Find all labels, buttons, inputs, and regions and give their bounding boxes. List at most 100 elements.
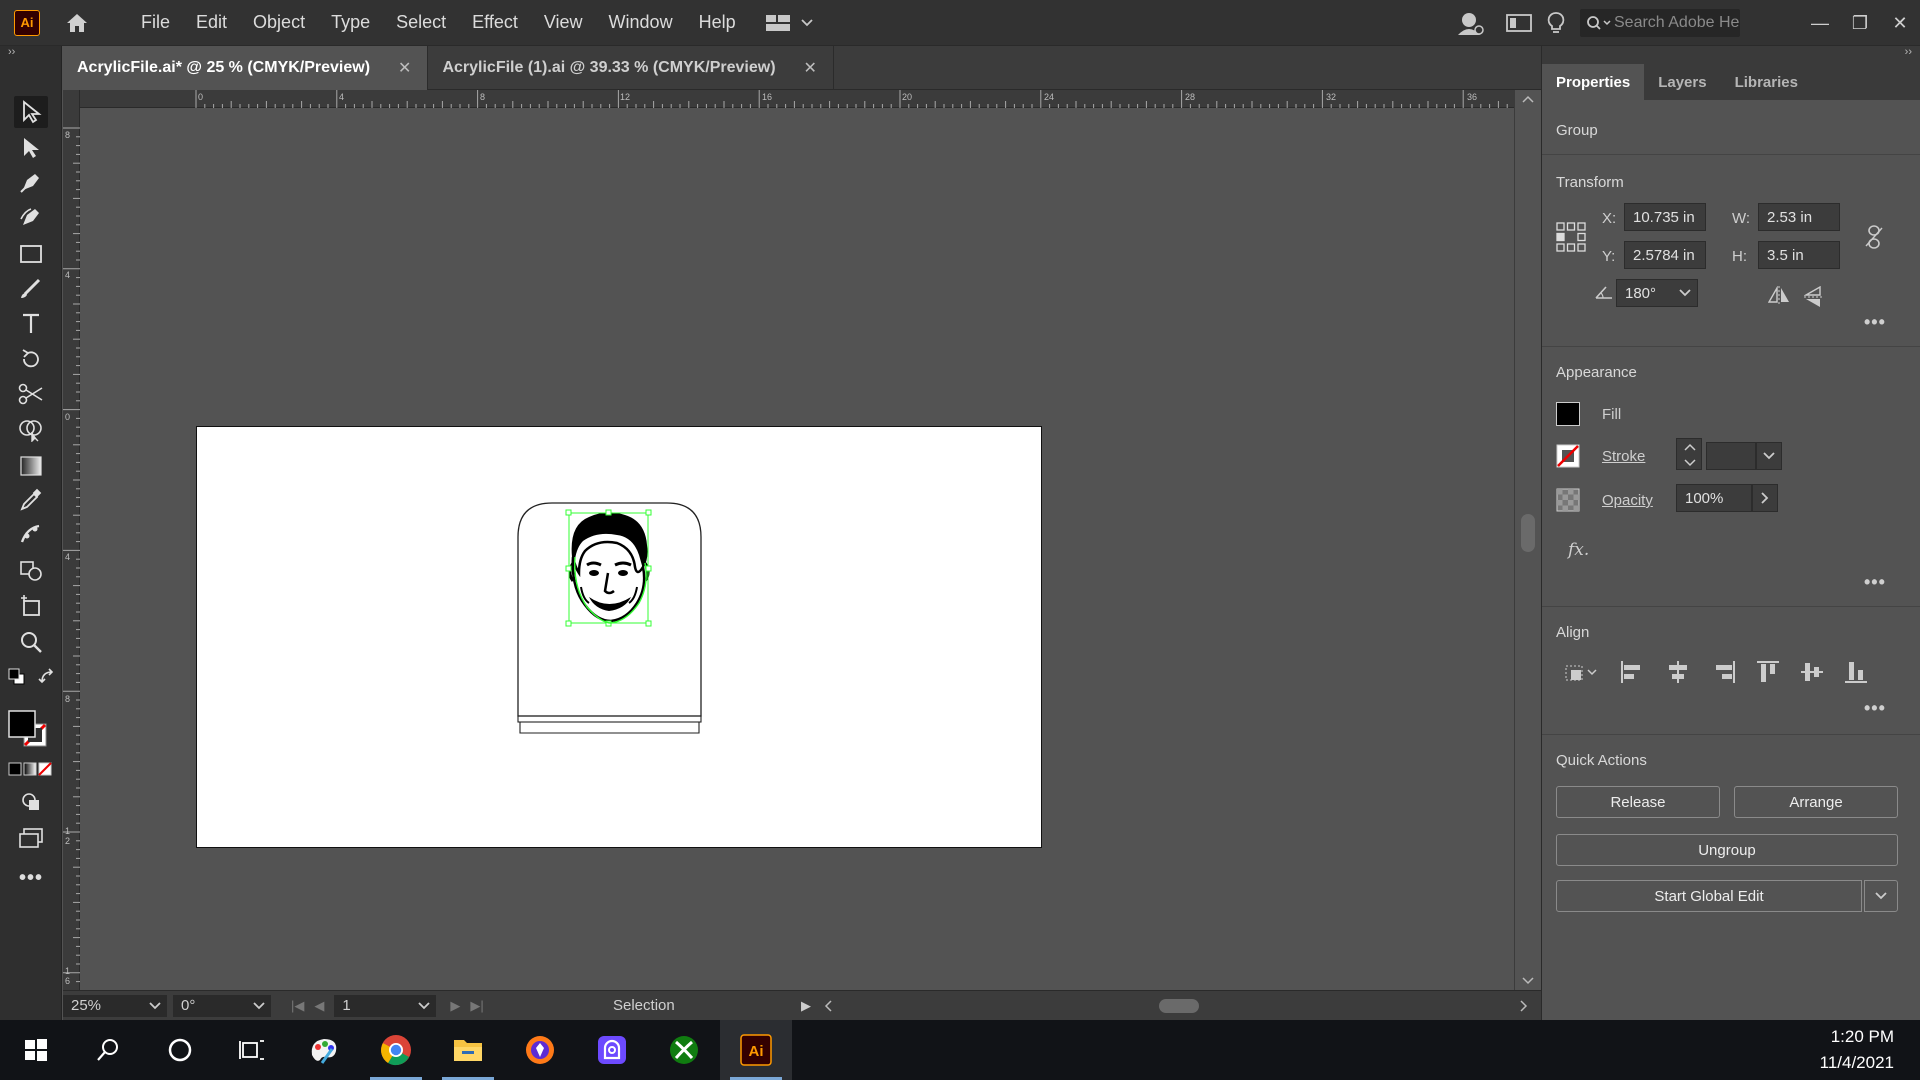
restore-button[interactable]: ❐	[1840, 13, 1880, 34]
canvas[interactable]	[80, 108, 1514, 990]
rectangle-tool-icon[interactable]	[14, 238, 48, 270]
vertical-scrollbar[interactable]	[1514, 90, 1540, 990]
opacity-input[interactable]: 100%	[1676, 484, 1752, 512]
artboard-tool-icon[interactable]	[14, 590, 48, 622]
flip-horizontal-icon[interactable]	[1767, 285, 1790, 309]
fill-swatch[interactable]	[1556, 402, 1580, 426]
align-right-icon[interactable]	[1712, 660, 1736, 689]
vertical-ruler[interactable]: 8 4 0 4 8 1 2 1 6	[63, 90, 80, 990]
appearance-more-options-icon[interactable]: •••	[1864, 572, 1886, 593]
search-adobe-help-input[interactable]: Search Adobe He	[1580, 9, 1740, 37]
edit-toolbar-more-icon[interactable]: •••	[14, 862, 48, 894]
workspace-switcher[interactable]	[765, 14, 813, 32]
color-mode-buttons[interactable]	[8, 762, 52, 781]
reference-point-icon[interactable]	[1556, 222, 1586, 257]
artwork[interactable]	[197, 427, 1043, 849]
align-left-icon[interactable]	[1620, 660, 1644, 689]
gradient-tool-icon[interactable]	[14, 450, 48, 482]
align-to-selection-icon[interactable]	[1562, 660, 1600, 689]
system-clock[interactable]: 1:20 PM 11/4/2021	[1820, 1020, 1894, 1080]
menu-select[interactable]: Select	[383, 12, 459, 33]
minimize-button[interactable]: —	[1800, 13, 1840, 34]
search-icon[interactable]	[72, 1020, 144, 1080]
illustrator-app-icon[interactable]: Ai	[720, 1020, 792, 1080]
puppet-warp-tool-icon[interactable]	[14, 518, 48, 550]
first-artboard-icon[interactable]: |◀	[291, 998, 304, 1014]
task-view-icon[interactable]	[216, 1020, 288, 1080]
fill-stroke-swatch[interactable]	[8, 710, 54, 750]
direct-selection-tool-icon[interactable]	[14, 132, 48, 164]
align-bottom-icon[interactable]	[1844, 660, 1868, 689]
menu-object[interactable]: Object	[240, 12, 318, 33]
type-tool-icon[interactable]	[14, 308, 48, 340]
tab-acrylicfile[interactable]: AcrylicFile.ai* @ 25 % (CMYK/Preview) ✕	[63, 46, 429, 90]
height-input[interactable]: 3.5 in	[1758, 241, 1840, 269]
horizontal-ruler[interactable]: 0 4 8 12 16 20 24 28 32 36	[80, 90, 1514, 108]
collapse-toolbar-icon[interactable]: ››	[0, 46, 61, 64]
close-tab-icon[interactable]: ✕	[398, 58, 411, 78]
chevron-down-icon[interactable]	[1679, 289, 1691, 297]
ungroup-button[interactable]: Ungroup	[1556, 834, 1898, 866]
swap-fill-stroke-icon[interactable]	[38, 668, 56, 691]
stroke-weight-dropdown[interactable]	[1756, 442, 1782, 470]
start-global-edit-button[interactable]: Start Global Edit	[1556, 880, 1862, 912]
tab-properties[interactable]: Properties	[1542, 64, 1645, 100]
stroke-label[interactable]: Stroke	[1602, 448, 1645, 465]
xbox-app-icon[interactable]	[648, 1020, 720, 1080]
menu-window[interactable]: Window	[596, 12, 686, 33]
close-tab-icon[interactable]: ✕	[804, 58, 817, 78]
stroke-weight-input[interactable]	[1706, 442, 1756, 470]
zoom-tool-icon[interactable]	[14, 626, 48, 658]
arrange-button[interactable]: Arrange	[1734, 786, 1898, 818]
align-horizontal-center-icon[interactable]	[1666, 660, 1690, 689]
home-icon[interactable]	[64, 10, 90, 36]
next-artboard-icon[interactable]: ▶	[450, 998, 460, 1014]
opacity-label[interactable]: Opacity	[1602, 492, 1653, 509]
shape-builder-tool-icon[interactable]	[14, 414, 48, 446]
selection-tool-icon[interactable]	[14, 96, 48, 128]
default-fill-stroke-icon[interactable]	[8, 668, 26, 691]
artboard-nav-prev[interactable]: |◀ ◀	[291, 998, 324, 1014]
opacity-expand-button[interactable]	[1752, 484, 1778, 512]
fx-effects-button[interactable]: fx.	[1568, 540, 1589, 560]
paintbrush-tool-icon[interactable]	[14, 272, 48, 304]
last-artboard-icon[interactable]: ▶|	[470, 998, 483, 1014]
eyedropper-tool-icon[interactable]	[14, 484, 48, 516]
pen-tool-icon[interactable]	[14, 166, 48, 198]
global-edit-options-dropdown[interactable]	[1864, 880, 1898, 912]
cortana-icon[interactable]	[144, 1020, 216, 1080]
lightbulb-icon[interactable]	[1546, 11, 1566, 35]
constrain-proportions-icon[interactable]	[1864, 224, 1884, 255]
menu-view[interactable]: View	[531, 12, 596, 33]
chrome-app-icon[interactable]	[360, 1020, 432, 1080]
release-button[interactable]: Release	[1556, 786, 1720, 818]
rotate-view-select[interactable]: 0°	[173, 994, 271, 1017]
artboard[interactable]	[196, 426, 1042, 848]
stroke-weight-stepper[interactable]	[1676, 438, 1702, 470]
flip-vertical-icon[interactable]	[1803, 285, 1822, 313]
status-menu-arrow-icon[interactable]: ▶	[801, 998, 811, 1014]
screen-mode-icon[interactable]	[14, 822, 48, 854]
file-explorer-app-icon[interactable]	[432, 1020, 504, 1080]
close-window-button[interactable]: ✕	[1880, 13, 1920, 34]
symbol-sprayer-tool-icon[interactable]	[14, 554, 48, 586]
menu-effect[interactable]: Effect	[459, 12, 531, 33]
tab-libraries[interactable]: Libraries	[1721, 64, 1812, 100]
proton-vpn-app-icon[interactable]	[576, 1020, 648, 1080]
windows-start-icon[interactable]	[0, 1020, 72, 1080]
transform-more-options-icon[interactable]: •••	[1864, 312, 1886, 333]
zoom-level-select[interactable]: 25%	[63, 994, 167, 1017]
brave-browser-app-icon[interactable]	[504, 1020, 576, 1080]
menu-type[interactable]: Type	[318, 12, 383, 33]
rotate-angle-input[interactable]: 180°	[1616, 279, 1698, 307]
draw-mode-icon[interactable]	[14, 786, 48, 818]
tab-acrylicfile-1[interactable]: AcrylicFile (1).ai @ 39.33 % (CMYK/Previ…	[428, 46, 834, 90]
menu-help[interactable]: Help	[686, 12, 749, 33]
align-more-options-icon[interactable]: •••	[1864, 698, 1886, 719]
curvature-tool-icon[interactable]	[14, 201, 48, 233]
y-position-input[interactable]: 2.5784 in	[1624, 241, 1706, 269]
account-icon[interactable]	[1456, 10, 1486, 36]
stroke-swatch[interactable]	[1556, 444, 1580, 473]
menu-edit[interactable]: Edit	[183, 12, 240, 33]
tab-layers[interactable]: Layers	[1644, 64, 1720, 100]
